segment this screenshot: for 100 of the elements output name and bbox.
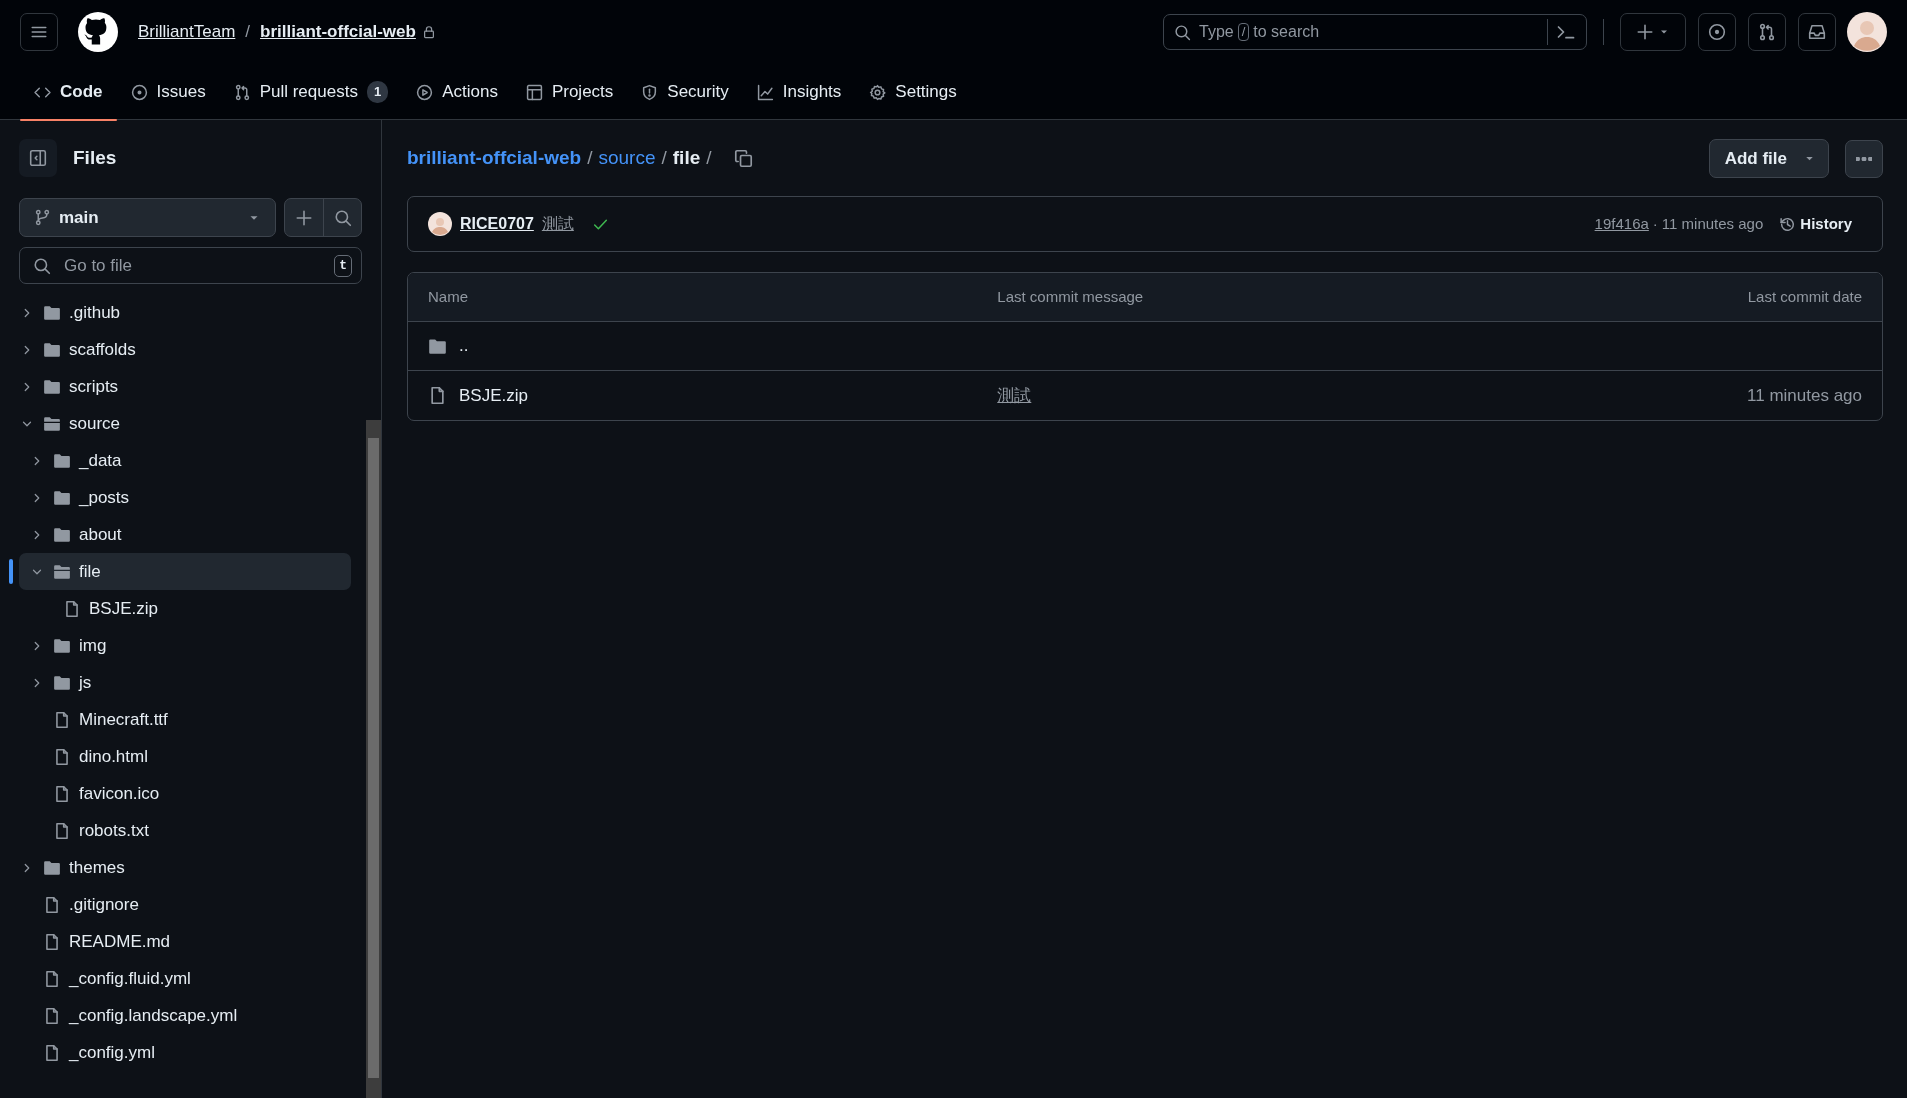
owner-link[interactable]: BrilliantTeam xyxy=(138,19,236,45)
tree-item[interactable]: _config.landscape.yml xyxy=(19,997,351,1034)
history-icon xyxy=(1779,215,1797,233)
path-separator: / xyxy=(245,21,251,44)
issues-button[interactable] xyxy=(1698,13,1736,51)
tree-item[interactable]: js xyxy=(19,664,351,701)
commit-hash-link[interactable]: 19f416a xyxy=(1594,212,1649,236)
path-separator: / xyxy=(587,146,593,171)
gear-icon xyxy=(869,83,887,101)
repo-tab[interactable]: Projects xyxy=(511,64,628,120)
column-header: Last commit message xyxy=(997,286,1145,307)
breadcrumb-link[interactable]: source xyxy=(598,144,656,173)
repo-link[interactable]: brilliant-offcial-web xyxy=(260,19,416,45)
tree-item[interactable]: img xyxy=(19,627,351,664)
shield-icon xyxy=(641,83,659,101)
tree-item[interactable]: .github xyxy=(19,294,351,331)
plus-icon xyxy=(295,208,313,227)
tree-item[interactable]: _config.fluid.yml xyxy=(19,960,351,997)
add-file-button[interactable]: Add file xyxy=(1708,139,1829,178)
pull-request-icon xyxy=(233,83,251,101)
repo-tab[interactable]: Actions xyxy=(402,64,512,120)
folder-icon xyxy=(53,525,71,544)
commit-time: 11 minutes ago xyxy=(1661,213,1764,234)
path-separator: / xyxy=(706,146,712,171)
file-icon xyxy=(53,784,71,803)
tree-item[interactable]: BSJE.zip xyxy=(19,590,351,627)
folder-icon xyxy=(43,340,61,359)
file-icon xyxy=(53,710,71,729)
file-link[interactable]: BSJE.zip xyxy=(459,382,528,409)
breadcrumb-link[interactable]: brilliant-offcial-web xyxy=(407,144,582,173)
author-link[interactable]: RICE0707 xyxy=(460,212,534,236)
folder-icon xyxy=(43,377,61,396)
repo-tab[interactable]: Security xyxy=(627,64,743,120)
folder-icon xyxy=(53,673,71,692)
tree-item[interactable]: themes xyxy=(19,849,351,886)
play-icon xyxy=(416,83,434,101)
file-icon xyxy=(43,1006,61,1025)
shortcut-key: t xyxy=(334,255,352,277)
tree-item[interactable]: README.md xyxy=(19,923,351,960)
file-icon xyxy=(428,386,447,405)
file-icon xyxy=(63,599,81,618)
branch-select[interactable]: main xyxy=(19,198,276,237)
inbox-button[interactable] xyxy=(1798,13,1836,51)
repo-tab[interactable]: Settings xyxy=(855,64,971,120)
folder-icon xyxy=(53,562,71,581)
copy-icon xyxy=(733,149,753,168)
plus-icon xyxy=(1636,23,1654,41)
repo-tab[interactable]: Insights xyxy=(742,64,856,120)
tree-item[interactable]: robots.txt xyxy=(19,812,351,849)
file-icon xyxy=(53,747,71,766)
tree-item[interactable]: scripts xyxy=(19,368,351,405)
avatar-icon xyxy=(1847,12,1887,52)
tree-item[interactable]: about xyxy=(19,516,351,553)
commit-date: 11 minutes ago xyxy=(1747,385,1862,405)
menu-button[interactable] xyxy=(20,13,58,51)
count-badge: 1 xyxy=(366,81,389,103)
logo-icon xyxy=(78,12,118,52)
tree-item[interactable]: _config.yml xyxy=(19,1034,351,1071)
tree-item[interactable]: source xyxy=(19,405,351,442)
repo-tab[interactable]: Code xyxy=(20,64,117,120)
folder-icon xyxy=(53,488,71,507)
issue-icon xyxy=(1708,23,1726,41)
column-header: Name xyxy=(428,286,469,307)
repo-tab[interactable]: Pull requests 1 xyxy=(219,64,403,120)
tree-item[interactable]: _posts xyxy=(19,479,351,516)
parent-directory-link[interactable]: .. xyxy=(459,333,469,359)
folder-icon xyxy=(428,336,447,356)
tree-item[interactable]: _data xyxy=(19,442,351,479)
folder-icon xyxy=(53,451,71,470)
tree-item[interactable]: .gitignore xyxy=(19,886,351,923)
copy-path-button[interactable] xyxy=(733,149,753,168)
panel-icon xyxy=(29,149,47,167)
search-icon xyxy=(1174,23,1191,41)
more-options-button[interactable] xyxy=(1845,139,1883,178)
file-icon xyxy=(53,821,71,840)
commit-message-link[interactable]: 測試 xyxy=(997,385,1032,405)
commit-message-link[interactable]: 測試 xyxy=(541,212,574,236)
search-field[interactable]: Type / to search xyxy=(1163,14,1587,50)
files-title: Files xyxy=(73,145,117,170)
more-icon xyxy=(1856,156,1872,161)
pr-icon xyxy=(1758,23,1776,41)
search-icon xyxy=(33,257,51,275)
folder-icon xyxy=(43,303,61,322)
avatar-icon xyxy=(428,212,452,236)
tree-item[interactable]: Minecraft.ttf xyxy=(19,701,351,738)
collapse-panel-button[interactable] xyxy=(19,139,57,177)
pull-requests-button[interactable] xyxy=(1748,13,1786,51)
folder-icon xyxy=(43,414,61,433)
inbox-icon xyxy=(1808,23,1826,41)
tree-item[interactable]: favicon.ico xyxy=(19,775,351,812)
tree-item[interactable]: scaffolds xyxy=(19,331,351,368)
file-icon xyxy=(43,895,61,914)
tree-item[interactable]: dino.html xyxy=(19,738,351,775)
repo-tab[interactable]: Issues xyxy=(116,64,220,120)
folder-icon xyxy=(43,858,61,877)
dot-separator: · xyxy=(1652,213,1658,234)
file-icon xyxy=(43,1043,61,1062)
scrollbar[interactable] xyxy=(366,420,381,1098)
history-button[interactable]: History xyxy=(1779,212,1852,236)
create-new-button[interactable] xyxy=(1620,13,1686,51)
